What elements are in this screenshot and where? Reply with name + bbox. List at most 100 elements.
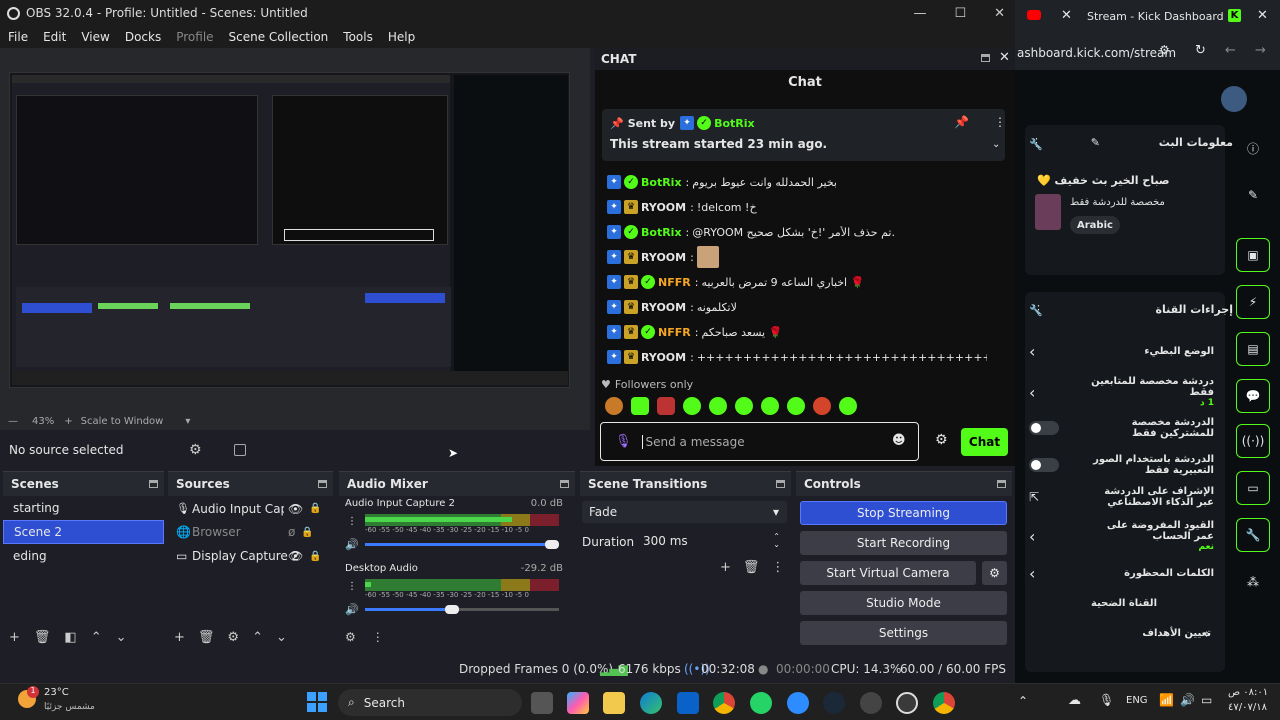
undock-icon[interactable] (318, 480, 327, 488)
wifi-icon[interactable]: 📶 (1159, 693, 1174, 707)
broadcast-icon[interactable]: ((·)) (1236, 424, 1270, 458)
duration-input[interactable]: 300 ms ⌃ ⌄ (636, 530, 786, 552)
gear-icon[interactable]: ⚙ (189, 442, 202, 458)
chat-bubble-icon[interactable]: 💬 (1236, 379, 1270, 413)
chat-username[interactable]: RYOOM (641, 351, 686, 364)
chat-username[interactable]: RYOOM (641, 301, 686, 314)
forward-icon[interactable]: → (1255, 43, 1266, 58)
tools-icon[interactable]: 🔧 (1236, 518, 1270, 552)
emote-icon[interactable] (683, 397, 701, 415)
menu-file[interactable]: File (8, 30, 28, 44)
edit-icon[interactable]: ✎ (1091, 136, 1100, 149)
youtube-tab-icon[interactable] (1027, 10, 1041, 20)
minimize-button[interactable]: — (913, 6, 926, 21)
eye-icon[interactable]: 👁 (288, 549, 303, 563)
emote-icon[interactable] (605, 397, 623, 415)
undock-icon[interactable] (997, 480, 1006, 488)
speaker-icon[interactable]: 🔊 (345, 603, 359, 616)
chat-username[interactable]: RYOOM (641, 251, 686, 264)
browser-tab-title[interactable]: Stream - Kick Dashboard (1087, 10, 1224, 23)
scene-item[interactable]: starting (3, 496, 164, 520)
undock-icon[interactable] (776, 480, 785, 488)
lightning-icon[interactable]: ⚡ (1236, 285, 1270, 319)
battery-icon[interactable]: ▭ (1201, 693, 1212, 707)
menu-view[interactable]: View (81, 30, 109, 44)
chat-username[interactable]: NFFR (658, 276, 691, 289)
move-up-icon[interactable]: ⌃ (252, 630, 263, 645)
source-item[interactable]: ▭ Display Capture 2 👁 🔒 (168, 544, 333, 568)
close-tab-icon[interactable]: ✕ (1257, 8, 1268, 23)
store-icon[interactable] (677, 692, 699, 714)
cloud-icon[interactable]: ☁ (1068, 693, 1081, 708)
channel-action-item[interactable]: الكلمات المحظورة › (1029, 564, 1214, 583)
trash-icon[interactable]: 🗑 (34, 630, 51, 645)
gear-icon[interactable]: ⚙ (227, 630, 239, 645)
start-recording-button[interactable]: Start Recording (800, 531, 1007, 555)
source-item[interactable]: 🎙 Audio Input Captu 👁 🔒 (168, 496, 333, 520)
steam-icon[interactable] (823, 692, 845, 714)
edge-icon[interactable] (640, 692, 662, 714)
chat-message[interactable]: ✦ ♛ ✓ NFFR: يسعد صباحكم 🌹 (607, 322, 782, 342)
transition-select[interactable]: Fade ▾ (582, 501, 787, 523)
emote-icon[interactable] (839, 397, 857, 415)
gear-icon[interactable]: ⚙ (345, 630, 356, 644)
emote-icon[interactable] (787, 397, 805, 415)
chevron-right-icon[interactable]: › (1029, 564, 1035, 583)
toggle-switch[interactable] (1029, 421, 1059, 435)
chat-message[interactable]: ✦ ♛ RYOOM: لاتكلمونه (607, 297, 737, 317)
obs-taskbar-icon[interactable] (896, 692, 918, 714)
scale-mode-select[interactable]: Scale to Window (81, 416, 164, 427)
scene-item-selected[interactable]: Scene 2 (3, 520, 164, 544)
chat-username[interactable]: RYOOM (641, 201, 686, 214)
filters-icon[interactable]: ◧ (64, 630, 76, 645)
maximize-button[interactable]: ☐ (954, 6, 966, 21)
add-widget-icon[interactable]: ⁂ (1236, 565, 1270, 599)
close-tab-icon[interactable]: ✕ (1061, 8, 1072, 23)
chevron-down-icon[interactable]: ⌄ (992, 139, 1000, 150)
move-down-icon[interactable]: ⌄ (116, 630, 127, 645)
studio-mode-button[interactable]: Studio Mode (800, 591, 1007, 615)
channel-action-item[interactable]: الدردشة باستخدام الصور التعبيرية فقط (1029, 454, 1214, 476)
chat-message[interactable]: ✦ ♛ ✓ NFFR: اخباري الساعه 9 تمرض بالعربيه 🌹 (607, 272, 864, 292)
back-icon[interactable]: ← (1225, 43, 1236, 58)
chat-username[interactable]: NFFR (658, 326, 691, 339)
set-goals-label[interactable]: تعيين الأهداف (1031, 628, 1211, 639)
channel-action-item[interactable]: الدردشة مخصصة للمشتركين فقط (1029, 417, 1214, 439)
whatsapp-icon[interactable] (750, 692, 772, 714)
add-source-icon[interactable]: + (174, 630, 185, 645)
lock-icon[interactable]: 🔒 (309, 551, 321, 562)
trash-icon[interactable]: 🗑 (743, 560, 760, 575)
chevron-right-icon[interactable]: › (1205, 627, 1210, 642)
app-icon[interactable] (860, 692, 882, 714)
undock-icon[interactable] (149, 480, 158, 488)
url-bar[interactable]: ashboard.kick.com/stream (1017, 46, 1176, 60)
microphone-icon[interactable]: 🎙 (615, 434, 632, 449)
screen-capture-icon[interactable]: ▣ (1236, 238, 1270, 272)
document-icon[interactable]: ▤ (1236, 332, 1270, 366)
site-settings-icon[interactable]: ⚙ (1159, 43, 1170, 57)
chat-username[interactable]: BotRix (641, 226, 682, 239)
channel-action-item[interactable]: دردشة مخصصة للمتابعين فقط 1 د › (1029, 376, 1214, 408)
add-transition-icon[interactable]: + (720, 560, 731, 575)
kebab-menu-icon[interactable]: ⋮ (372, 630, 384, 644)
close-icon[interactable]: ✕ (999, 50, 1010, 65)
chat-username[interactable]: BotRix (641, 176, 682, 189)
menu-help[interactable]: Help (388, 30, 415, 44)
emote-icon[interactable] (709, 397, 727, 415)
emote-icon[interactable] (657, 397, 675, 415)
move-down-icon[interactable]: ⌄ (276, 630, 287, 645)
taskbar-search[interactable]: ⌕ Search (338, 689, 522, 716)
task-view-icon[interactable] (531, 692, 553, 714)
copilot-icon[interactable] (567, 692, 589, 714)
chevron-right-icon[interactable]: › (1029, 342, 1035, 361)
pencil-icon[interactable]: ✎ (1236, 178, 1270, 212)
scene-item[interactable]: eding (3, 544, 164, 568)
settings-button[interactable]: Settings (800, 621, 1007, 645)
undock-icon[interactable] (981, 54, 990, 62)
chat-message[interactable]: ✦ ♛ RYOOM: !delcom !خ (607, 197, 757, 217)
windows-start-icon[interactable] (307, 692, 327, 712)
chevron-up-icon[interactable]: ⌃ (1018, 694, 1028, 708)
info-icon[interactable]: ⓘ (1236, 131, 1270, 165)
stop-streaming-button[interactable]: Stop Streaming (800, 501, 1007, 525)
channel-action-item[interactable]: القيود المفروضة على عمر الحساب نعم › (1029, 520, 1214, 552)
